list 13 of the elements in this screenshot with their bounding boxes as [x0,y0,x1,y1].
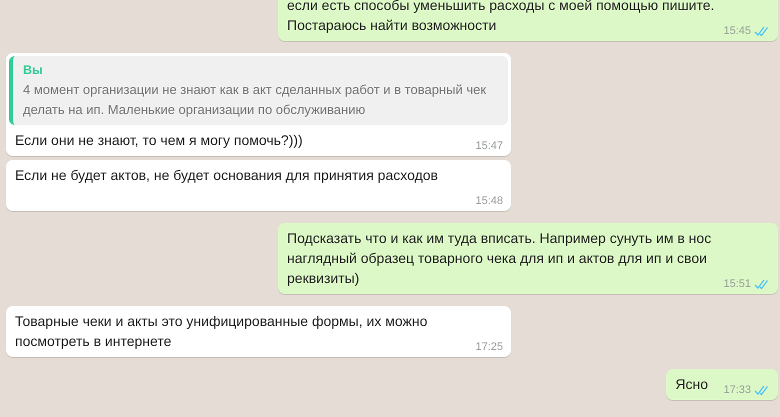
message-time: 17:25 [475,340,503,354]
message-text: Если не будет актов, не будет основания для принятия расходов [15,167,438,183]
message-time: 15:48 [475,194,503,208]
quote-author: Вы [23,62,44,79]
message-time: 17:33 [723,383,751,397]
message-text: Если они не знают, то чем я могу помочь?))) [15,132,303,148]
message-time: 15:45 [723,24,751,38]
quote-text: 4 момент организации не знают как в акт сделанных работ и в товарный чек делать на ип. Маленькие организации по обслуживанию [23,81,488,119]
message-time: 15:47 [475,139,503,153]
message-text: Подсказать что и как им туда вписать. Например сунуть им в нос наглядный образец товарного чека для ип и актов для ип и свои реквизиты) [287,230,712,286]
message-text: Ясно [675,376,708,392]
message-time: 15:51 [723,277,751,291]
message-text: Товарные чеки и акты это унифицированные формы, их можно посмотреть в интернете [15,313,428,349]
